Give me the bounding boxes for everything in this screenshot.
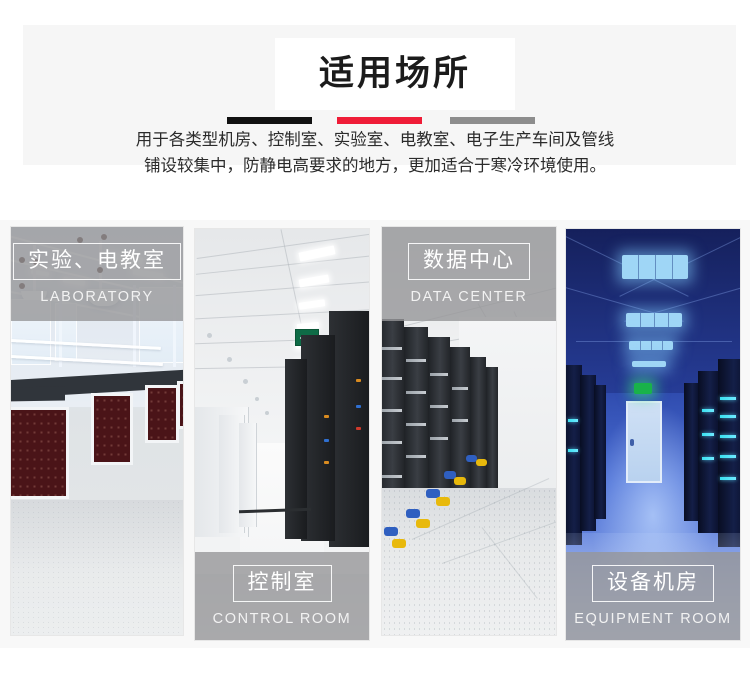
page-root: 适用场所 用于各类型机房、控制室、实验室、电教室、电子生产车间及管线 铺设较集中… xyxy=(0,0,750,676)
caption-laboratory-en: LABORATORY xyxy=(40,288,154,305)
accent-rule-black xyxy=(227,117,312,124)
caption-control-room-en: CONTROL ROOM xyxy=(212,610,352,627)
caption-equipment-room-en: EQUIPMENT ROOM xyxy=(574,610,732,627)
caption-data-center-cn: 数据中心 xyxy=(408,243,530,280)
accent-rule-row xyxy=(23,117,736,127)
title-plate: 适用场所 xyxy=(275,38,515,110)
gallery-panel-data-center[interactable]: 数据中心 DATA CENTER xyxy=(381,226,557,636)
caption-equipment-room: 设备机房 EQUIPMENT ROOM xyxy=(566,552,740,640)
accent-rule-gray xyxy=(450,117,535,124)
caption-control-room-cn: 控制室 xyxy=(232,565,332,602)
caption-laboratory: 实验、电教室 LABORATORY xyxy=(11,227,183,321)
caption-data-center: 数据中心 DATA CENTER xyxy=(382,227,556,321)
description-line-1: 用于各类型机房、控制室、实验室、电教室、电子生产车间及管线 xyxy=(135,130,615,149)
description-text: 用于各类型机房、控制室、实验室、电教室、电子生产车间及管线 铺设较集中，防静电高… xyxy=(75,127,675,179)
page-title: 适用场所 xyxy=(318,53,471,94)
gallery-panel-control-room[interactable]: 控制室 CONTROL ROOM xyxy=(194,228,370,641)
caption-equipment-room-cn: 设备机房 xyxy=(592,565,714,602)
caption-data-center-en: DATA CENTER xyxy=(410,288,528,305)
caption-control-room: 控制室 CONTROL ROOM xyxy=(195,552,369,640)
caption-laboratory-cn: 实验、电教室 xyxy=(13,243,181,280)
accent-rule-red xyxy=(337,117,422,124)
gallery-panel-laboratory[interactable]: 实验、电教室 LABORATORY xyxy=(10,226,184,636)
description-line-2: 铺设较集中，防静电高要求的地方，更加适合于寒冷环境使用。 xyxy=(144,156,606,175)
gallery-panel-equipment-room[interactable]: 设备机房 EQUIPMENT ROOM xyxy=(565,228,741,641)
